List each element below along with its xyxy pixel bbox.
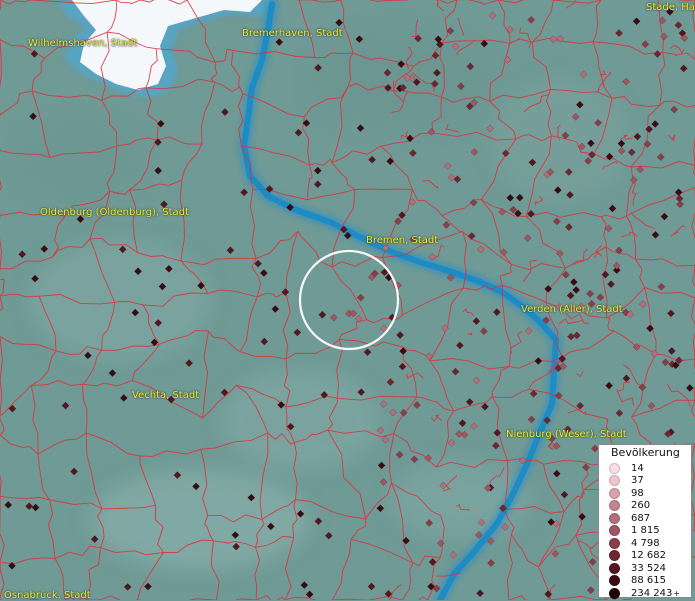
city-label-osnabrueck[interactable]: Osnabrück, Stadt: [4, 590, 91, 601]
legend-swatch: [609, 475, 620, 486]
legend-label: 88 615: [631, 575, 666, 586]
legend-item: 4 798: [609, 537, 660, 549]
city-label-verden[interactable]: Verden (Aller), Stadt: [521, 304, 623, 315]
legend-label: 98: [631, 488, 644, 499]
city-label-wilhelmshaven[interactable]: Wilhelmshaven, Stadt: [28, 38, 137, 49]
legend-title: Bevölkerung: [599, 445, 691, 459]
legend-item: 98: [609, 487, 644, 499]
legend-swatch: [609, 563, 620, 574]
population-legend: Bevölkerung 14 37 98 260 687 1 815 4 798…: [598, 444, 692, 598]
legend-swatch: [609, 488, 620, 499]
legend-label: 4 798: [631, 538, 660, 549]
legend-swatch: [609, 588, 620, 599]
legend-swatch: [609, 513, 620, 524]
legend-item: 687: [609, 512, 650, 524]
legend-label: 1 815: [631, 525, 660, 536]
city-label-nienburg[interactable]: Nienburg (Weser), Stadt: [506, 429, 627, 440]
legend-swatch: [609, 463, 620, 474]
city-label-vechta[interactable]: Vechta, Stadt: [132, 390, 199, 401]
legend-swatch: [609, 500, 620, 511]
legend-item: 234 243+: [609, 587, 680, 599]
legend-label: 14: [631, 463, 644, 474]
population-map[interactable]: [0, 0, 695, 600]
legend-swatch: [609, 525, 620, 536]
legend-label: 33 524: [631, 563, 666, 574]
legend-item: 37: [609, 475, 644, 487]
legend-swatch: [609, 550, 620, 561]
legend-label: 37: [631, 475, 644, 486]
legend-item: 12 682: [609, 550, 666, 562]
city-label-bremerhaven[interactable]: Bremerhaven, Stadt: [242, 28, 343, 39]
legend-item: 88 615: [609, 575, 666, 587]
legend-item: 14: [609, 462, 644, 474]
legend-item: 260: [609, 500, 650, 512]
city-label-stade[interactable]: Stade, Ha: [646, 2, 695, 13]
legend-item: 33 524: [609, 562, 666, 574]
legend-label: 234 243: [631, 588, 672, 599]
legend-swatch: [609, 538, 620, 549]
city-label-bremen[interactable]: Bremen, Stadt: [366, 235, 438, 246]
legend-label: 687: [631, 513, 650, 524]
legend-label: 260: [631, 500, 650, 511]
city-label-oldenburg[interactable]: Oldenburg (Oldenburg), Stadt: [40, 207, 189, 218]
legend-label: 12 682: [631, 550, 666, 561]
legend-swatch: [609, 575, 620, 586]
legend-item: 1 815: [609, 525, 660, 537]
legend-plus-suffix: +: [673, 589, 680, 598]
